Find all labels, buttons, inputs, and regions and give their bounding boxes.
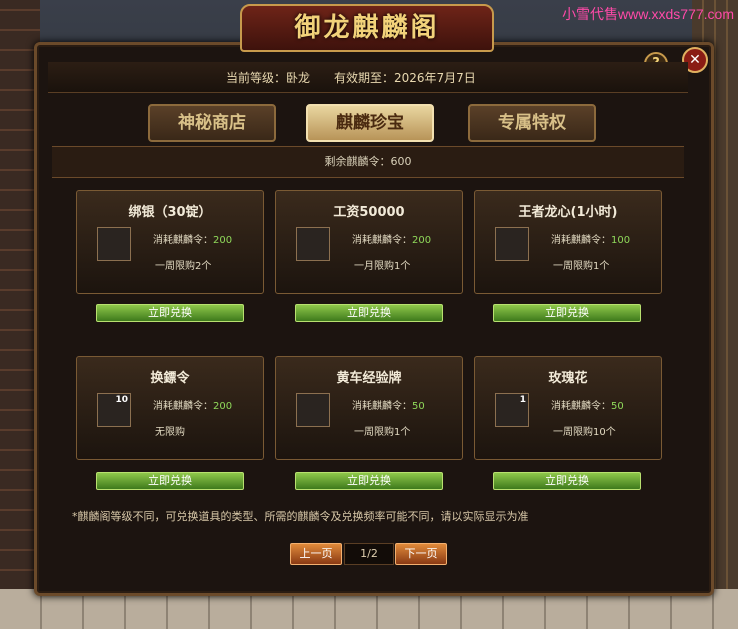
item-cost: 消耗麒麟令：50 <box>352 401 425 412</box>
exchange-button[interactable]: 立即兑换 <box>493 472 641 490</box>
tab-mystery-shop[interactable]: 神秘商店 <box>148 104 276 142</box>
item-cost: 消耗麒麟令：200 <box>153 235 233 246</box>
gold-ingot-icon[interactable] <box>296 227 330 261</box>
item-card: 绑银（30锭） 消耗麒麟令：200 一周限购2个 <box>76 190 264 294</box>
exchange-button[interactable]: 立即兑换 <box>295 472 443 490</box>
tab-exclusive-privilege[interactable]: 专属特权 <box>468 104 596 142</box>
item-card: 王者龙心(1小时) 消耗麒麟令：100 一周限购1个 <box>474 190 662 294</box>
current-level: 当前等级：卧龙 <box>226 71 311 85</box>
silver-ingot-icon[interactable] <box>97 227 131 261</box>
item-cost: 消耗麒麟令：50 <box>551 401 624 412</box>
page-indicator: 1/2 <box>344 543 394 565</box>
next-page-button[interactable]: 下一页 <box>395 543 447 565</box>
item-name: 王者龙心(1小时) <box>518 205 618 220</box>
tab-qilin-treasure[interactable]: 麒麟珍宝 <box>306 104 434 142</box>
item-card: 换鏢令 10 消耗麒麟令：200 无限购 <box>76 356 264 460</box>
yellow-cart-icon[interactable] <box>296 393 330 427</box>
item-name: 黄车经验牌 <box>336 371 402 386</box>
remaining-tokens: 剩余麒麟令：600 <box>52 146 684 178</box>
item-cost: 消耗麒麟令：100 <box>551 235 631 246</box>
item-limit: 一周限购1个 <box>553 261 610 272</box>
item-card: 黄车经验牌 消耗麒麟令：50 一周限购1个 <box>275 356 463 460</box>
item-count-badge: 10 <box>115 395 128 405</box>
dragon-heart-icon[interactable] <box>495 227 529 261</box>
item-card: 工资50000 消耗麒麟令：200 一月限购1个 <box>275 190 463 294</box>
item-limit: 一周限购2个 <box>155 261 212 272</box>
item-name: 玫瑰花 <box>548 371 588 386</box>
header-bar: 当前等级：卧龙 有效期至：2026年7月7日 <box>48 62 688 93</box>
rose-icon[interactable]: 1 <box>495 393 529 427</box>
watermark: 小雪代售www.xxds777.com <box>562 6 734 22</box>
item-limit: 一月限购1个 <box>354 261 411 272</box>
exchange-button[interactable]: 立即兑换 <box>295 304 443 322</box>
item-cost: 消耗麒麟令：200 <box>153 401 233 412</box>
item-card: 玫瑰花 1 消耗麒麟令：50 一周限购10个 <box>474 356 662 460</box>
item-cost: 消耗麒麟令：200 <box>352 235 432 246</box>
window-title: 御龙麒麟阁 <box>294 13 440 43</box>
item-count-badge: 1 <box>519 395 526 405</box>
exchange-note: *麒麟阁等级不同，可兑换道具的类型、所需的麒麟令及兑换频率可能不同，请以实际显示… <box>72 510 529 523</box>
item-name: 工资50000 <box>333 205 405 220</box>
expire-date: 有效期至：2026年7月7日 <box>334 71 476 85</box>
exchange-button[interactable]: 立即兑换 <box>96 304 244 322</box>
window-title-banner: 御龙麒麟阁 <box>240 4 494 52</box>
item-name: 换鏢令 <box>150 371 190 386</box>
item-limit: 一周限购1个 <box>354 427 411 438</box>
item-limit: 一周限购10个 <box>553 427 616 438</box>
prev-page-button[interactable]: 上一页 <box>290 543 342 565</box>
exchange-button[interactable]: 立即兑换 <box>493 304 641 322</box>
token-coin-icon[interactable]: 10 <box>97 393 131 427</box>
item-name: 绑银（30锭） <box>128 205 212 220</box>
exchange-button[interactable]: 立即兑换 <box>96 472 244 490</box>
item-limit: 无限购 <box>155 427 185 438</box>
